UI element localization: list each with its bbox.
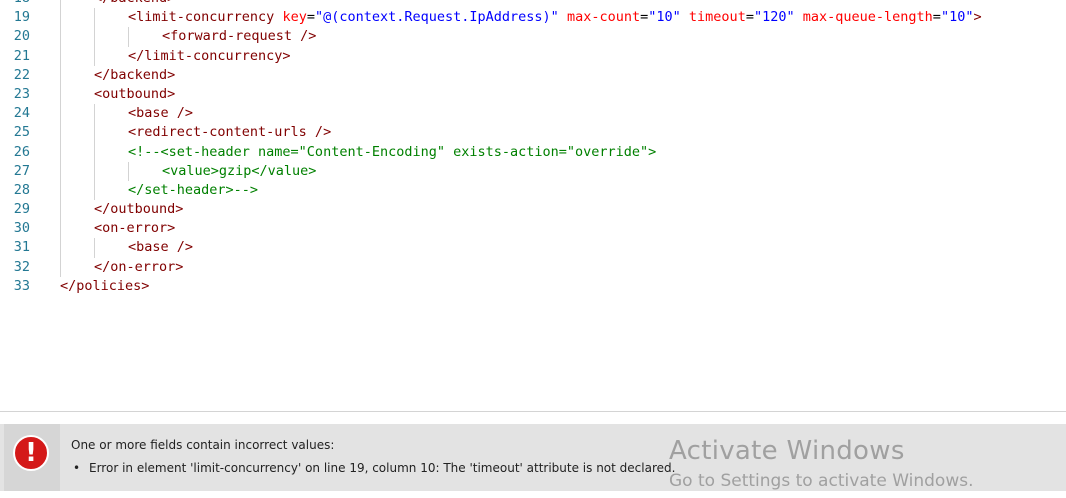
code-line[interactable]: 24 <base /> (0, 104, 1066, 124)
line-number: 20 (13, 28, 30, 45)
code-line[interactable]: 32 </on-error> (0, 257, 1066, 277)
code-line[interactable]: 29 </outbound> (0, 200, 1066, 220)
code-text[interactable]: </limit-concurrency> (128, 47, 291, 66)
watermark-subtitle: Go to Settings to activate Windows. (669, 471, 974, 491)
code-text[interactable]: <limit-concurrency key="@(context.Reques… (128, 8, 982, 27)
code-line[interactable]: 31 <base /> (0, 238, 1066, 258)
watermark-title: Activate Windows (669, 436, 905, 466)
line-number: 18 (0, 0, 30, 8)
code-line[interactable]: 33 </policies> (0, 277, 1066, 296)
indent-guide (60, 84, 61, 105)
code-line[interactable]: 27 <value>gzip</value> (0, 161, 1066, 181)
line-number: 23 (13, 85, 30, 102)
error-exclamation-icon: ! (13, 435, 49, 471)
code-text[interactable]: </set-header>--> (128, 181, 258, 200)
indent-guide (94, 27, 95, 47)
line-number: 29 (13, 201, 30, 218)
indent-guide (128, 161, 129, 181)
code-line[interactable]: 25 <redirect-content-urls /> (0, 123, 1066, 143)
indent-guide (94, 8, 95, 28)
code-line[interactable]: 21 </limit-concurrency> (0, 46, 1066, 66)
error-list: • Error in element 'limit-concurrency' o… (71, 461, 675, 475)
line-number: 32 (13, 258, 30, 275)
code-text[interactable]: <base /> (128, 104, 193, 123)
line-number: 24 (13, 105, 30, 122)
code-line[interactable]: 22 </backend> (0, 65, 1066, 85)
code-text[interactable]: </outbound> (94, 200, 183, 219)
line-number: 30 (13, 220, 30, 237)
indent-guide (60, 65, 61, 85)
code-text[interactable]: <value>gzip</value> (162, 162, 316, 181)
indent-guide (94, 161, 95, 181)
line-number: 31 (13, 239, 30, 256)
code-line[interactable]: 19 <limit-concurrency key="@(context.Requ… (0, 8, 1066, 28)
line-number: 22 (13, 66, 30, 83)
indent-guide (94, 180, 95, 201)
code-line[interactable]: 26 <!--<set-header name="Content-Encoding… (0, 142, 1066, 162)
code-text[interactable]: <redirect-content-urls /> (128, 123, 331, 142)
error-message: Error in element 'limit-concurrency' on … (89, 461, 676, 475)
code-text[interactable]: <!--<set-header name="Content-Encoding" … (128, 143, 656, 162)
indent-guide (60, 104, 61, 124)
panel-divider (0, 411, 1066, 412)
code-text[interactable]: <forward-request /> (162, 27, 316, 46)
code-editor[interactable]: 18 </backend> 19 <limit-concurrency key="@(… (0, 0, 1066, 412)
line-number: 21 (13, 47, 30, 64)
indent-guide (94, 238, 95, 258)
code-line[interactable]: 18 </backend> (0, 0, 1066, 9)
code-line[interactable]: 30 <on-error> (0, 219, 1066, 239)
indent-guide (60, 257, 61, 277)
code-line[interactable]: 20 <forward-request /> (0, 27, 1066, 47)
code-line[interactable]: 28 </set-header>--> (0, 180, 1066, 201)
code-text[interactable]: <outbound> (94, 85, 175, 104)
code-line[interactable]: 23 <outbound> (0, 84, 1066, 105)
indent-guide (60, 27, 61, 47)
code-text[interactable]: <base /> (128, 238, 193, 257)
code-text[interactable]: <on-error> (94, 219, 175, 238)
line-number: 25 (13, 124, 30, 141)
code-text[interactable]: </policies> (60, 277, 149, 296)
bullet-icon: • (73, 461, 81, 475)
indent-guide (60, 46, 61, 66)
indent-guide (94, 46, 95, 66)
line-number: 28 (13, 181, 30, 198)
indent-guide (128, 27, 129, 47)
indent-guide (60, 123, 61, 143)
error-title: One or more fields contain incorrect val… (71, 438, 335, 452)
code-text[interactable]: </backend> (94, 0, 175, 8)
line-number: 27 (13, 162, 30, 179)
indent-guide (94, 104, 95, 124)
indent-guide (60, 142, 61, 162)
indent-guide (60, 8, 61, 28)
line-number: 33 (13, 277, 30, 294)
code-text[interactable]: </on-error> (94, 258, 183, 277)
indent-guide (60, 161, 61, 181)
activate-windows-watermark: Activate Windows Go to Settings to activ… (669, 434, 974, 494)
indent-guide (60, 200, 61, 220)
line-number: 26 (13, 143, 30, 160)
indent-guide (60, 0, 61, 9)
indent-guide (60, 238, 61, 258)
indent-guide (60, 219, 61, 239)
error-item: • Error in element 'limit-concurrency' o… (71, 461, 675, 475)
indent-guide (94, 123, 95, 143)
indent-guide (60, 180, 61, 201)
code-lines[interactable]: 18 </backend> 19 <limit-concurrency key="@(… (0, 0, 1066, 296)
indent-guide (94, 142, 95, 162)
error-badge: ! (4, 424, 60, 491)
code-text[interactable]: </backend> (94, 66, 175, 85)
line-number: 19 (13, 9, 30, 26)
